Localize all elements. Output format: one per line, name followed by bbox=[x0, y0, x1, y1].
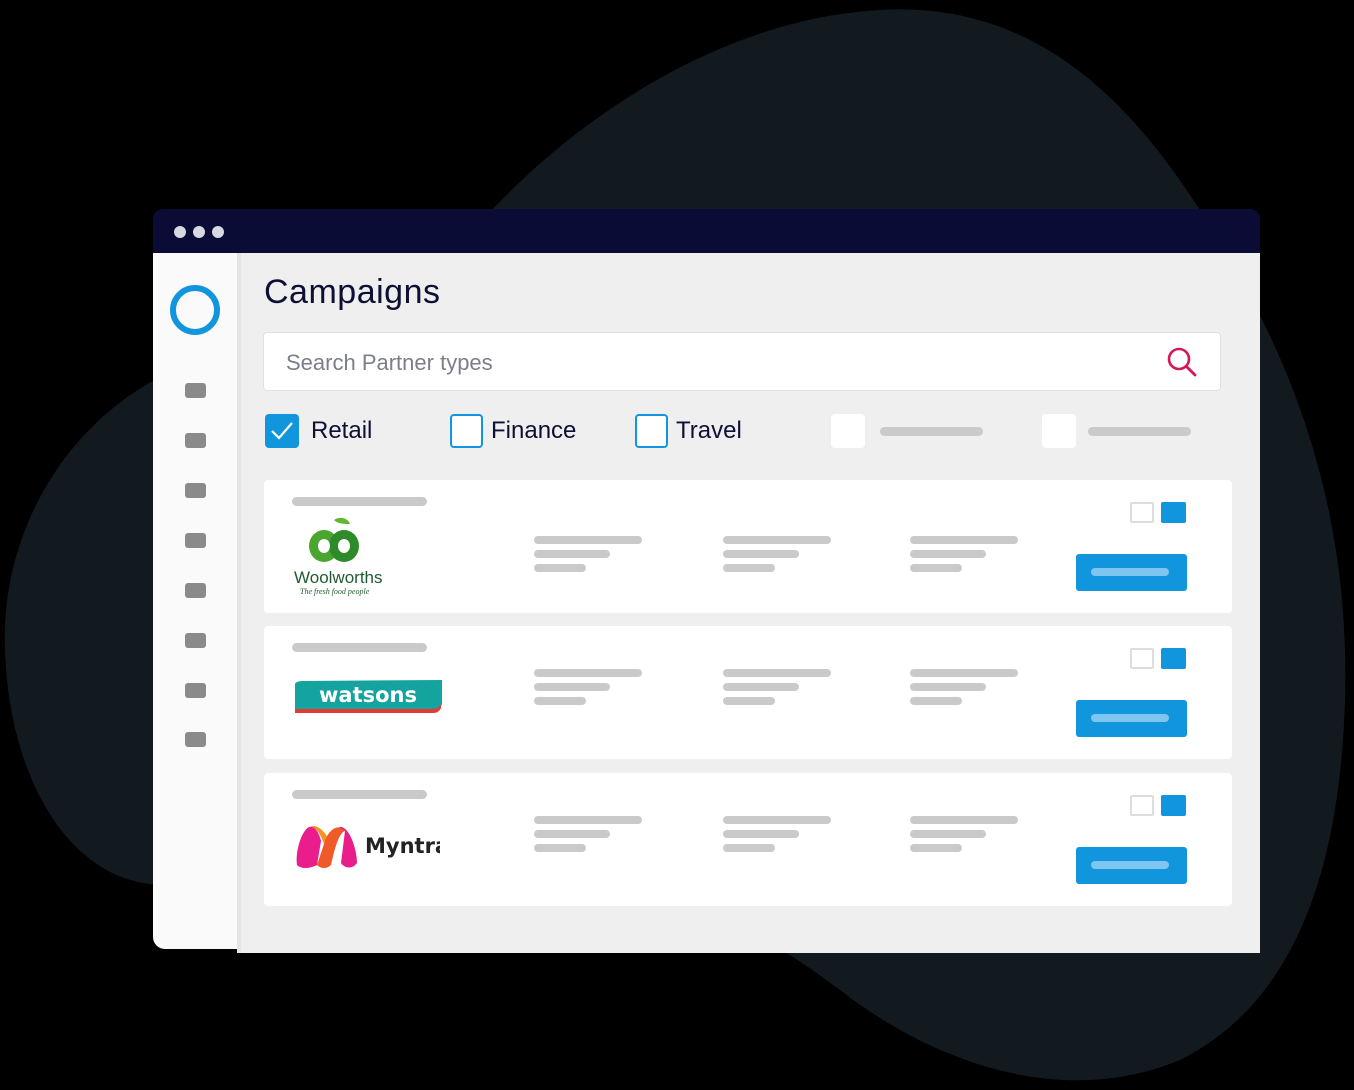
sidebar-item-7[interactable] bbox=[185, 683, 206, 698]
card-action-button[interactable] bbox=[1076, 847, 1187, 884]
search-input[interactable]: Search Partner types bbox=[263, 332, 1221, 391]
window-dot-icon[interactable] bbox=[193, 226, 205, 238]
card-title-placeholder bbox=[292, 790, 427, 799]
travel-checkbox[interactable] bbox=[635, 414, 668, 448]
campaign-card[interactable]: Woolworths The fresh food people bbox=[264, 480, 1232, 613]
filter-label: Travel bbox=[676, 417, 742, 444]
woolworths-logo: Woolworths The fresh food people bbox=[294, 517, 383, 596]
placeholder-checkbox[interactable] bbox=[1042, 414, 1076, 448]
window-dot-icon[interactable] bbox=[174, 226, 186, 238]
sidebar-item-4[interactable] bbox=[185, 533, 206, 548]
sidebar-item-8[interactable] bbox=[185, 732, 206, 747]
sidebar-item-5[interactable] bbox=[185, 583, 206, 598]
toggle-off[interactable] bbox=[1130, 648, 1154, 669]
button-label-placeholder bbox=[1091, 568, 1169, 576]
filter-label: Retail bbox=[311, 417, 373, 444]
campaign-card[interactable]: watsons bbox=[264, 626, 1232, 759]
card-column bbox=[910, 816, 1018, 858]
filter-label: Finance bbox=[491, 417, 577, 444]
sidebar-item-2[interactable] bbox=[185, 433, 206, 448]
page-title: Campaigns bbox=[264, 273, 441, 311]
sidebar-item-6[interactable] bbox=[185, 633, 206, 648]
brand-tagline: The fresh food people bbox=[300, 587, 370, 596]
card-column bbox=[910, 536, 1018, 578]
myntra-logo: Myntra bbox=[296, 825, 440, 868]
window-dot-icon[interactable] bbox=[212, 226, 224, 238]
placeholder-checkbox[interactable] bbox=[831, 414, 865, 448]
button-label-placeholder bbox=[1091, 861, 1169, 869]
app-window: Campaigns Search Partner types Retail Fi… bbox=[153, 209, 1260, 953]
card-title-placeholder bbox=[292, 497, 427, 506]
card-column bbox=[723, 816, 831, 858]
button-label-placeholder bbox=[1091, 714, 1169, 722]
placeholder-label bbox=[880, 426, 983, 436]
card-column bbox=[910, 669, 1018, 711]
filter-travel[interactable]: Travel bbox=[635, 414, 742, 448]
card-title-placeholder bbox=[292, 643, 427, 652]
campaign-card[interactable]: Myntra bbox=[264, 773, 1232, 906]
placeholder-label bbox=[1088, 426, 1191, 436]
filter-retail[interactable]: Retail bbox=[265, 414, 372, 448]
checkmark-icon bbox=[271, 422, 293, 440]
ring-logo-icon[interactable] bbox=[170, 285, 220, 335]
card-column bbox=[534, 816, 642, 858]
search-placeholder: Search Partner types bbox=[286, 350, 493, 375]
card-column bbox=[723, 536, 831, 578]
filter-placeholder[interactable] bbox=[1042, 414, 1191, 448]
card-action-button[interactable] bbox=[1076, 554, 1187, 591]
card-column bbox=[534, 669, 642, 711]
filter-placeholder[interactable] bbox=[831, 414, 983, 448]
card-column bbox=[534, 536, 642, 578]
brand-name: Myntra bbox=[365, 834, 440, 858]
toggle-on[interactable] bbox=[1161, 648, 1186, 669]
sidebar-item-3[interactable] bbox=[185, 483, 206, 498]
search-icon[interactable] bbox=[1166, 346, 1198, 378]
brand-name: Woolworths bbox=[294, 568, 383, 587]
card-action-button[interactable] bbox=[1076, 700, 1187, 737]
brand-name: watsons bbox=[319, 683, 417, 707]
watsons-logo: watsons bbox=[295, 680, 442, 713]
sidebar bbox=[153, 253, 237, 949]
window-titlebar bbox=[153, 209, 1260, 253]
filter-finance[interactable]: Finance bbox=[450, 414, 576, 448]
toggle-off[interactable] bbox=[1130, 795, 1154, 816]
toggle-on[interactable] bbox=[1161, 795, 1186, 816]
main-content: Campaigns Search Partner types Retail Fi… bbox=[237, 253, 1260, 953]
card-column bbox=[723, 669, 831, 711]
finance-checkbox[interactable] bbox=[450, 414, 483, 448]
toggle-on[interactable] bbox=[1161, 502, 1186, 523]
sidebar-item-1[interactable] bbox=[185, 383, 206, 398]
toggle-off[interactable] bbox=[1130, 502, 1154, 523]
retail-checkbox[interactable] bbox=[265, 414, 299, 448]
